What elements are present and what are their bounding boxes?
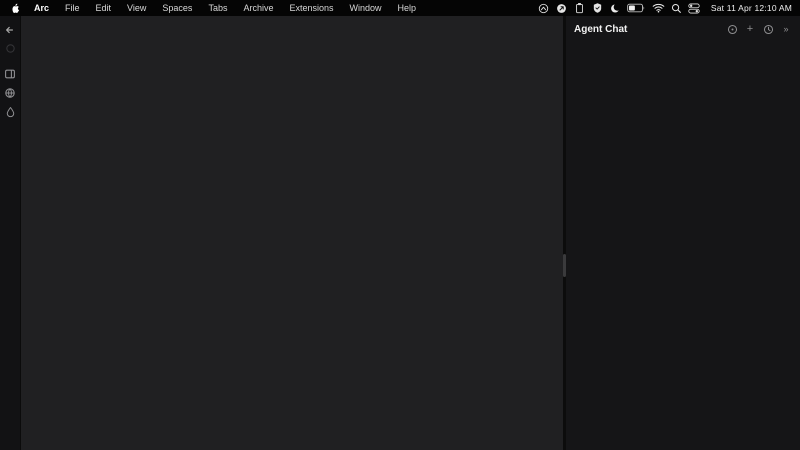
drop-icon [5, 106, 16, 118]
collapse-panel-button[interactable]: » [780, 23, 792, 35]
search-icon[interactable] [670, 2, 683, 14]
panel-title: Agent Chat [574, 24, 627, 35]
blocker-icon[interactable] [555, 2, 568, 14]
agent-chat-body [566, 38, 800, 450]
menubar-clock[interactable]: Sat 11 Apr 12:10 AM [711, 3, 792, 13]
agent-chat-panel: Agent Chat + » [566, 16, 800, 450]
refresh-button[interactable] [3, 41, 18, 56]
boost-button[interactable] [3, 104, 18, 119]
panel-actions: + » [726, 23, 792, 35]
menu-view[interactable]: View [119, 3, 154, 13]
sidebar-toggle-button[interactable] [3, 66, 18, 81]
menubar: Arc File Edit View Spaces Tabs Archive E… [0, 0, 800, 16]
agent-chat-header: Agent Chat + » [566, 16, 800, 38]
wifi-icon[interactable] [652, 2, 665, 14]
plus-icon: + [747, 24, 753, 35]
menu-help[interactable]: Help [390, 3, 425, 13]
moon-icon[interactable] [609, 2, 622, 14]
apple-menu[interactable] [8, 2, 22, 14]
new-chat-button[interactable]: + [744, 23, 756, 35]
history-icon [763, 24, 774, 35]
menu-extensions[interactable]: Extensions [281, 3, 341, 13]
menu-archive[interactable]: Archive [235, 3, 281, 13]
browser-content-area [21, 16, 563, 450]
refresh-icon [5, 43, 16, 54]
menu-window[interactable]: Window [342, 3, 390, 13]
shield-icon[interactable] [591, 2, 604, 14]
panel-resize-handle[interactable] [563, 254, 566, 277]
back-icon [4, 24, 16, 36]
menu-file[interactable]: File [57, 3, 88, 13]
info-button[interactable] [726, 23, 738, 35]
menubar-menus: Arc File Edit View Spaces Tabs Archive E… [8, 2, 424, 14]
globe-button[interactable] [3, 85, 18, 100]
menu-edit[interactable]: Edit [88, 3, 120, 13]
menu-spaces[interactable]: Spaces [154, 3, 200, 13]
clipboard-icon[interactable] [573, 2, 586, 14]
collapse-icon: » [783, 25, 788, 34]
raycast-icon[interactable] [537, 2, 550, 14]
history-button[interactable] [762, 23, 774, 35]
control-center-icon[interactable] [688, 2, 701, 14]
globe-icon [4, 87, 16, 99]
menu-app-name[interactable]: Arc [26, 3, 57, 13]
menubar-status-area: Sat 11 Apr 12:10 AM [537, 2, 792, 14]
sidebar-toggle-icon [4, 68, 16, 80]
sidebar-rail [0, 16, 21, 450]
info-icon [727, 24, 738, 35]
arc-window: Agent Chat + » [0, 16, 800, 450]
battery-icon[interactable] [627, 2, 647, 14]
panel-divider [563, 16, 566, 450]
back-button[interactable] [3, 22, 18, 37]
apple-logo-icon [10, 2, 21, 14]
menu-tabs[interactable]: Tabs [200, 3, 235, 13]
